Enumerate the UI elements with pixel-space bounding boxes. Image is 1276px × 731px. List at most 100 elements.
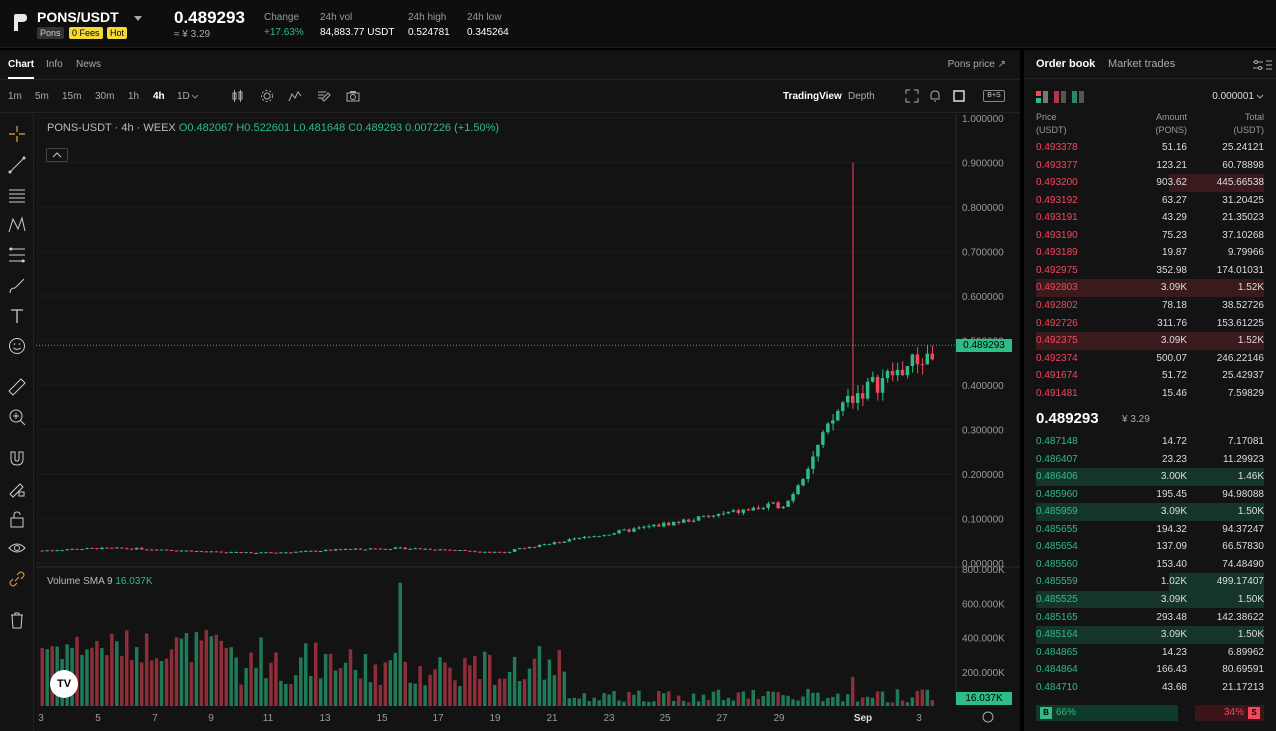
bid-total: 94.37247 [1222,523,1264,535]
pons-price-link[interactable]: Pons price ↗ [948,59,1006,70]
ask-row[interactable]: 0.493192 63.27 31.20425 [1024,192,1276,210]
tab-order-book[interactable]: Order book [1036,58,1095,70]
bid-row[interactable]: 0.485655 194.32 94.37247 [1024,521,1276,539]
tradingview-logo[interactable]: TV [50,670,78,698]
price-chart[interactable]: 1.000000 0.900000 0.800000 0.700000 0.600000… [36,114,1020,731]
bid-row[interactable]: 0.484710 43.68 21.17213 [1024,679,1276,697]
layout-square-icon[interactable] [952,89,966,103]
bid-row[interactable]: 0.485960 195.45 94.98088 [1024,486,1276,504]
tf-1d[interactable]: 1D [177,91,190,102]
ask-row[interactable]: 0.492802 78.18 38.52726 [1024,297,1276,315]
volume-bar [214,634,218,706]
ask-row[interactable]: 0.492803 3.09K 1.52K [1024,279,1276,297]
zoom-icon[interactable] [7,407,27,427]
ruler-icon[interactable] [7,377,27,397]
camera-icon[interactable] [346,89,360,103]
bid-row[interactable]: 0.486407 23.23 11.29923 [1024,451,1276,469]
view-depth[interactable]: Depth [848,91,875,102]
ask-row[interactable]: 0.492726 311.76 153.61225 [1024,315,1276,333]
filter-icon[interactable] [1252,59,1264,71]
emoji-icon[interactable] [7,336,27,356]
bid-row[interactable]: 0.485560 153.40 74.48490 [1024,556,1276,574]
magnet-icon[interactable] [7,448,27,468]
candle-body [855,393,860,403]
ask-total: 1.52K [1237,282,1264,294]
more-icon[interactable] [1264,59,1274,71]
candle-type-icon[interactable] [231,89,245,103]
trash-icon[interactable] [7,610,27,630]
bid-row[interactable]: 0.485525 3.09K 1.50K [1024,590,1276,609]
volume-bar [299,657,303,706]
precision-select[interactable]: 0.000001 [1212,91,1254,102]
timeframe-dropdown-icon[interactable] [191,92,199,100]
ask-row[interactable]: 0.493191 43.29 21.35023 [1024,209,1276,227]
horizontal-lines-icon[interactable] [7,185,27,205]
candle-body [125,548,129,550]
bs-toggle-button[interactable]: B+S [983,90,1005,102]
bid-row[interactable]: 0.485559 1.02K 499.17407 [1024,573,1276,591]
bid-row[interactable]: 0.484865 14.23 6.89962 [1024,644,1276,662]
bid-row[interactable]: 0.486406 3.00K 1.46K [1024,468,1276,486]
pair-dropdown-icon[interactable] [134,16,142,21]
bid-row[interactable]: 0.487148 14.72 7.17081 [1024,433,1276,451]
bid-total: 142.38622 [1216,611,1264,623]
bid-price: 0.485165 [1036,611,1078,623]
buy-label: B [1040,707,1052,719]
settings-icon[interactable] [260,89,274,103]
price-axis-label: 0.900000 [962,159,1004,170]
indicators-icon[interactable] [288,89,302,103]
crosshair-icon[interactable] [7,124,27,144]
fib-icon[interactable] [7,245,27,265]
view-tradingview[interactable]: TradingView [783,91,842,102]
view-bids-icon[interactable] [1072,91,1084,103]
ask-row[interactable]: 0.493378 51.16 25.24121 [1024,139,1276,157]
bid-row[interactable]: 0.485164 3.09K 1.50K [1024,626,1276,644]
volume-bar [189,662,194,706]
brush-icon[interactable] [7,276,27,296]
tf-4h[interactable]: 4h [153,91,165,102]
lock-icon[interactable] [7,509,27,529]
sell-pct: 34% [1223,707,1244,718]
ask-row[interactable]: 0.493200 903.62 445.66538 [1024,174,1276,192]
bid-row[interactable]: 0.485959 3.09K 1.50K [1024,503,1276,521]
link-icon[interactable] [7,569,27,589]
ask-row[interactable]: 0.493190 75.23 37.10268 [1024,227,1276,245]
ask-row[interactable]: 0.491674 51.72 25.42937 [1024,367,1276,385]
volume-legend-value: 16.037K [115,576,153,587]
fullscreen-icon[interactable] [905,89,919,103]
token-tag: Pons [37,27,64,39]
tab-info[interactable]: Info [46,59,63,70]
bid-row[interactable]: 0.485165 293.48 142.38622 [1024,609,1276,627]
pair-name[interactable]: PONS/USDT [37,9,119,25]
tab-chart[interactable]: Chart [8,59,35,79]
ask-row[interactable]: 0.492975 352.98 174.01031 [1024,262,1276,280]
ask-row[interactable]: 0.492375 3.09K 1.52K [1024,332,1276,350]
view-both-icon[interactable] [1036,91,1048,103]
tf-15m[interactable]: 15m [62,91,81,102]
drawing-edit-icon[interactable] [317,89,331,103]
tf-1m[interactable]: 1m [8,91,22,102]
volume-bar [836,693,840,706]
ask-row[interactable]: 0.493189 19.87 9.79966 [1024,244,1276,262]
bid-row[interactable]: 0.484864 166.43 80.69591 [1024,661,1276,679]
ask-row[interactable]: 0.493377 123.21 60.78898 [1024,157,1276,175]
tf-5m[interactable]: 5m [35,91,49,102]
legend-collapse-button[interactable] [46,148,68,162]
tab-news[interactable]: News [76,59,101,70]
trendline-icon[interactable] [7,155,27,175]
x-axis-label: 3 [38,713,44,724]
bid-row[interactable]: 0.485654 137.09 66.57830 [1024,538,1276,556]
chevron-down-icon[interactable] [1256,94,1264,100]
tf-30m[interactable]: 30m [95,91,114,102]
lock-drawing-icon[interactable] [7,479,27,499]
ask-row[interactable]: 0.491481 15.46 7.59829 [1024,385,1276,403]
tab-market-trades[interactable]: Market trades [1108,58,1175,70]
eye-icon[interactable] [7,538,27,558]
alert-bell-icon[interactable] [928,89,942,103]
pattern-icon[interactable] [7,215,27,235]
ask-row[interactable]: 0.492374 500.07 246.22146 [1024,350,1276,368]
view-asks-icon[interactable] [1054,91,1066,103]
tf-1h[interactable]: 1h [128,91,139,102]
text-tool-icon[interactable] [7,306,27,326]
candle-body [691,520,696,522]
